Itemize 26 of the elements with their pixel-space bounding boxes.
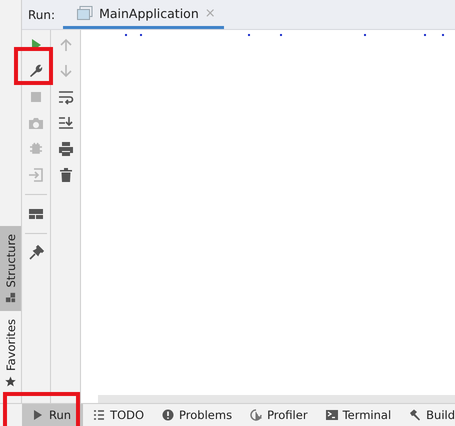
list-icon xyxy=(93,409,106,421)
star-icon xyxy=(5,376,16,387)
tool-window-tab[interactable]: TODO xyxy=(83,404,152,426)
wrap-icon[interactable] xyxy=(58,89,74,105)
problems-icon xyxy=(162,409,174,421)
scroll-end-icon[interactable] xyxy=(58,115,74,131)
panel-label: Run: xyxy=(27,8,56,22)
highlight-frame xyxy=(14,47,53,85)
terminal-icon xyxy=(326,409,338,421)
tool-window-tab[interactable]: Build xyxy=(399,404,455,426)
side-tab[interactable]: Structure xyxy=(0,226,21,312)
pin-icon[interactable] xyxy=(28,245,44,261)
layout-icon[interactable] xyxy=(28,206,44,222)
run-icon xyxy=(32,409,44,421)
tool-window-tab[interactable]: Terminal xyxy=(316,404,400,426)
structure-icon xyxy=(5,292,16,304)
tool-window-tab[interactable]: Problems xyxy=(152,404,240,426)
print-icon[interactable] xyxy=(58,141,74,157)
hammer-icon xyxy=(409,409,422,421)
trash-icon[interactable] xyxy=(58,167,74,183)
window-icon xyxy=(77,6,94,20)
tool-window-tab[interactable]: Run xyxy=(22,404,84,426)
profiler-icon xyxy=(250,409,262,421)
tool-window-tab[interactable]: Profiler xyxy=(240,404,316,426)
wrench-icon[interactable] xyxy=(28,63,44,79)
side-tab[interactable]: Favorites xyxy=(0,311,21,395)
